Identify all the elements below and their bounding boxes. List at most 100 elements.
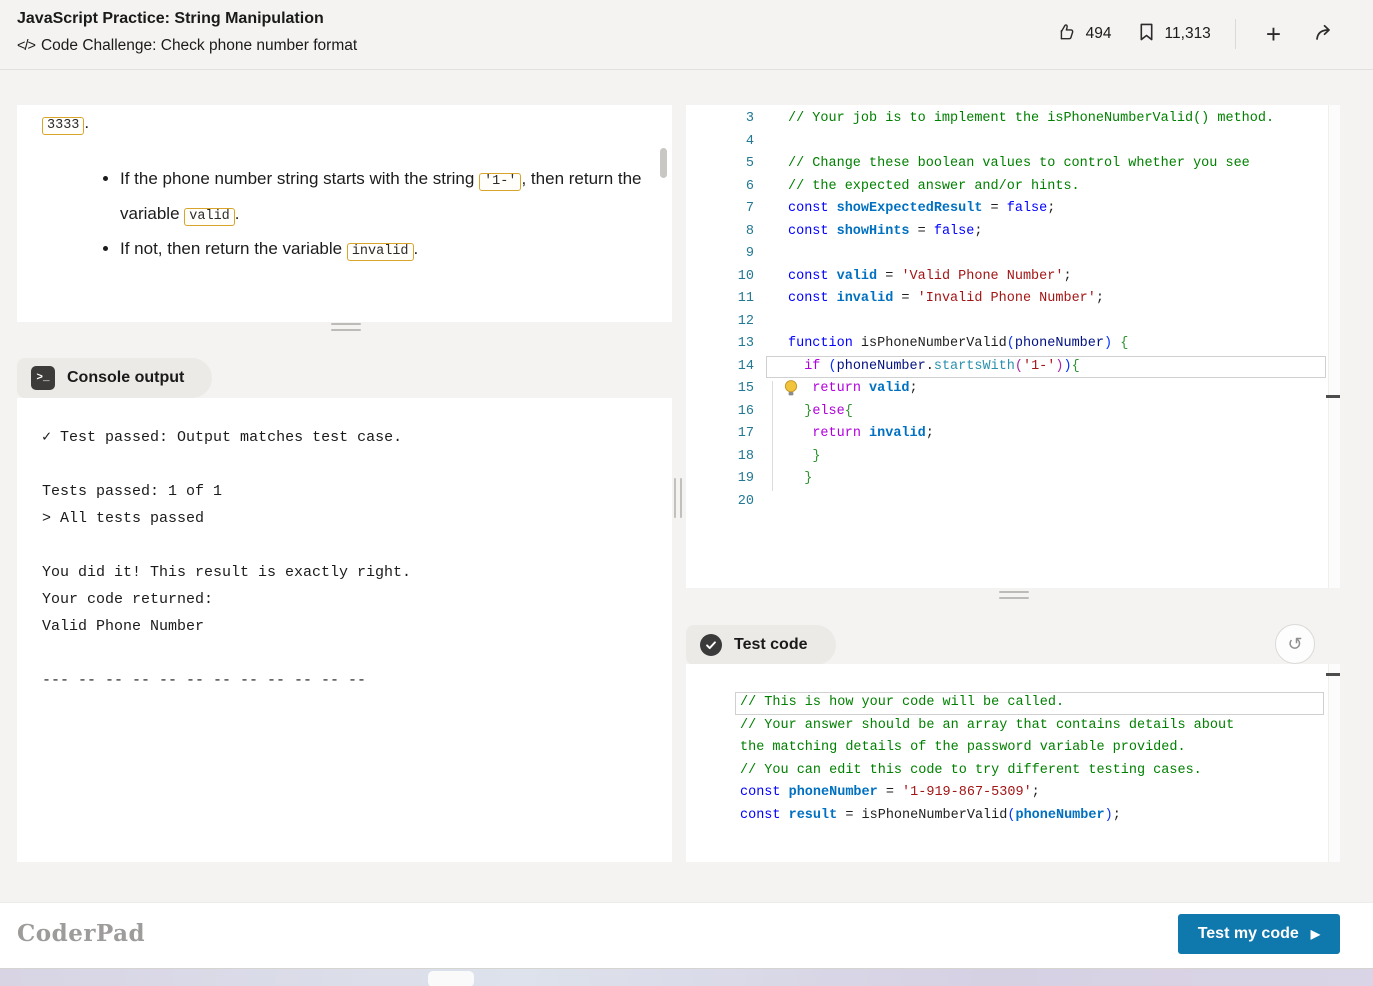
bookmark-count: 11,313 <box>1165 25 1211 43</box>
add-button[interactable]: + <box>1260 21 1287 47</box>
console-output-panel: ✓ Test passed: Output matches test case.… <box>17 398 672 862</box>
test-my-code-label: Test my code <box>1198 925 1299 943</box>
tab-console-output[interactable]: >_ Console output <box>17 358 212 398</box>
share-arrow-icon <box>1313 22 1335 47</box>
console-line: ✓ Test passed: Output matches test case. <box>42 424 672 451</box>
plus-icon: + <box>1266 19 1281 49</box>
like-count: 494 <box>1086 25 1112 43</box>
test-code-line-3[interactable]: the matching details of the password var… <box>740 737 1324 760</box>
editor-scrollbar[interactable] <box>1328 105 1340 588</box>
code-line-4[interactable]: 4 <box>686 131 1340 154</box>
page-title: JavaScript Practice: String Manipulation <box>17 10 324 28</box>
instructions-panel: 3333. If the phone number string starts … <box>17 105 672 322</box>
line-number: 10 <box>686 266 754 289</box>
console-line: You did it! This result is exactly right… <box>42 559 672 586</box>
console-line: Your code returned: <box>42 586 672 613</box>
code-line-10[interactable]: 10const valid = 'Valid Phone Number'; <box>686 266 1340 289</box>
code-line-9[interactable]: 9 <box>686 243 1340 266</box>
reset-arrow-icon: ↺ <box>1287 634 1302 655</box>
code-line-18[interactable]: 18 } <box>686 446 1340 469</box>
thumbs-up-icon <box>1056 22 1076 47</box>
line-number: 7 <box>686 198 754 221</box>
line-number: 16 <box>686 401 754 424</box>
code-line-13[interactable]: 13function isPhoneNumberValid(phoneNumbe… <box>686 333 1340 356</box>
code-line-17[interactable]: 17 return invalid; <box>686 423 1340 446</box>
instruction-list: If the phone number string starts with t… <box>120 163 660 268</box>
code-line-7[interactable]: 7const showExpectedResult = false; <box>686 198 1340 221</box>
right-panel-resize-handle[interactable] <box>999 591 1029 599</box>
code-line-16[interactable]: 16 }else{ <box>686 401 1340 424</box>
line-number: 17 <box>686 423 754 446</box>
code-line-5[interactable]: 5// Change these boolean values to contr… <box>686 153 1340 176</box>
editor-cursor-marker <box>1326 395 1340 398</box>
console-line: > All tests passed <box>42 505 672 532</box>
code-editor-panel[interactable]: 3// Your job is to implement the isPhone… <box>686 105 1340 588</box>
code-brackets-icon: </> <box>17 38 35 54</box>
coderpad-app: JavaScript Practice: String Manipulation… <box>0 0 1373 986</box>
inline-code-chip: invalid <box>347 243 414 261</box>
console-line: --- -- -- -- -- -- -- -- -- -- -- -- <box>42 667 672 694</box>
code-line-12[interactable]: 12 <box>686 311 1340 334</box>
line-number: 19 <box>686 468 754 491</box>
play-icon: ▶ <box>1311 927 1320 941</box>
lightbulb-icon[interactable] <box>784 380 798 402</box>
test-my-code-button[interactable]: Test my code ▶ <box>1178 914 1340 954</box>
test-code-line-1[interactable]: // This is how your code will be called. <box>740 692 1324 715</box>
console-tab-label: Console output <box>67 369 184 387</box>
bookmark-button[interactable]: 11,313 <box>1138 22 1211 47</box>
console-body: ✓ Test passed: Output matches test case.… <box>17 398 672 694</box>
taskbar-item <box>428 971 474 986</box>
inline-code-chip: 3333 <box>42 117 84 135</box>
code-line-11[interactable]: 11const invalid = 'Invalid Phone Number'… <box>686 288 1340 311</box>
code-line-14[interactable]: 14 if (phoneNumber.startsWith('1-')){ <box>686 356 1340 379</box>
reset-test-code-button[interactable]: ↺ <box>1275 624 1315 664</box>
test-code-panel[interactable]: // This is how your code will be called.… <box>686 664 1340 862</box>
line-number: 20 <box>686 491 754 514</box>
test-code-tab-label: Test code <box>734 636 808 654</box>
line-number: 3 <box>686 108 754 131</box>
code-line-19[interactable]: 19 } <box>686 468 1340 491</box>
line-number: 12 <box>686 311 754 334</box>
instructions-scrollbar[interactable] <box>660 148 667 178</box>
test-code-line-4[interactable]: // You can edit this code to try differe… <box>740 760 1324 783</box>
line-number: 11 <box>686 288 754 311</box>
left-panel-resize-handle[interactable] <box>331 323 361 331</box>
bottom-strip <box>0 968 1373 986</box>
header: JavaScript Practice: String Manipulation… <box>0 0 1373 70</box>
console-line <box>42 451 672 478</box>
console-line: Tests passed: 1 of 1 <box>42 478 672 505</box>
terminal-icon: >_ <box>31 366 55 390</box>
line-number: 15 <box>686 378 754 401</box>
code-line-20[interactable]: 20 <box>686 491 1340 514</box>
testcode-scrollbar[interactable] <box>1328 664 1340 862</box>
testcode-lines: // This is how your code will be called.… <box>686 664 1340 827</box>
code-line-8[interactable]: 8const showHints = false; <box>686 221 1340 244</box>
challenge-subtitle: </> Code Challenge: Check phone number fo… <box>17 37 357 55</box>
line-number: 9 <box>686 243 754 266</box>
inline-code-chip: valid <box>184 208 235 226</box>
header-actions: 494 11,313 + <box>1056 16 1335 52</box>
line-number: 14 <box>686 356 754 379</box>
tab-test-code[interactable]: Test code <box>686 625 836 665</box>
coderpad-logo: CoderPad <box>17 920 145 947</box>
footer-bar: CoderPad Test my code ▶ <box>0 902 1373 968</box>
test-code-line-5[interactable]: const phoneNumber = '1-919-867-5309'; <box>740 782 1324 805</box>
share-button[interactable] <box>1313 22 1335 47</box>
check-circle-icon <box>700 634 722 656</box>
test-code-line-6[interactable]: const result = isPhoneNumberValid(phoneN… <box>740 805 1324 828</box>
instructions-intro: 3333. <box>42 113 632 133</box>
instruction-bullet: If the phone number string starts with t… <box>120 163 660 233</box>
console-line: Valid Phone Number <box>42 613 672 640</box>
code-line-3[interactable]: 3// Your job is to implement the isPhone… <box>686 108 1340 131</box>
code-line-6[interactable]: 6// the expected answer and/or hints. <box>686 176 1340 199</box>
instructions-body: 3333. If the phone number string starts … <box>17 105 672 268</box>
instruction-bullet: If not, then return the variable invalid… <box>120 233 660 268</box>
challenge-subtitle-text: Code Challenge: Check phone number forma… <box>41 37 357 54</box>
line-number: 6 <box>686 176 754 199</box>
column-resize-handle[interactable] <box>674 478 682 518</box>
test-code-line-2[interactable]: // Your answer should be an array that c… <box>740 715 1324 738</box>
intro-suffix: . <box>84 113 89 132</box>
indent-guide <box>772 381 773 491</box>
like-button[interactable]: 494 <box>1056 22 1112 47</box>
bookmark-icon <box>1138 22 1155 47</box>
